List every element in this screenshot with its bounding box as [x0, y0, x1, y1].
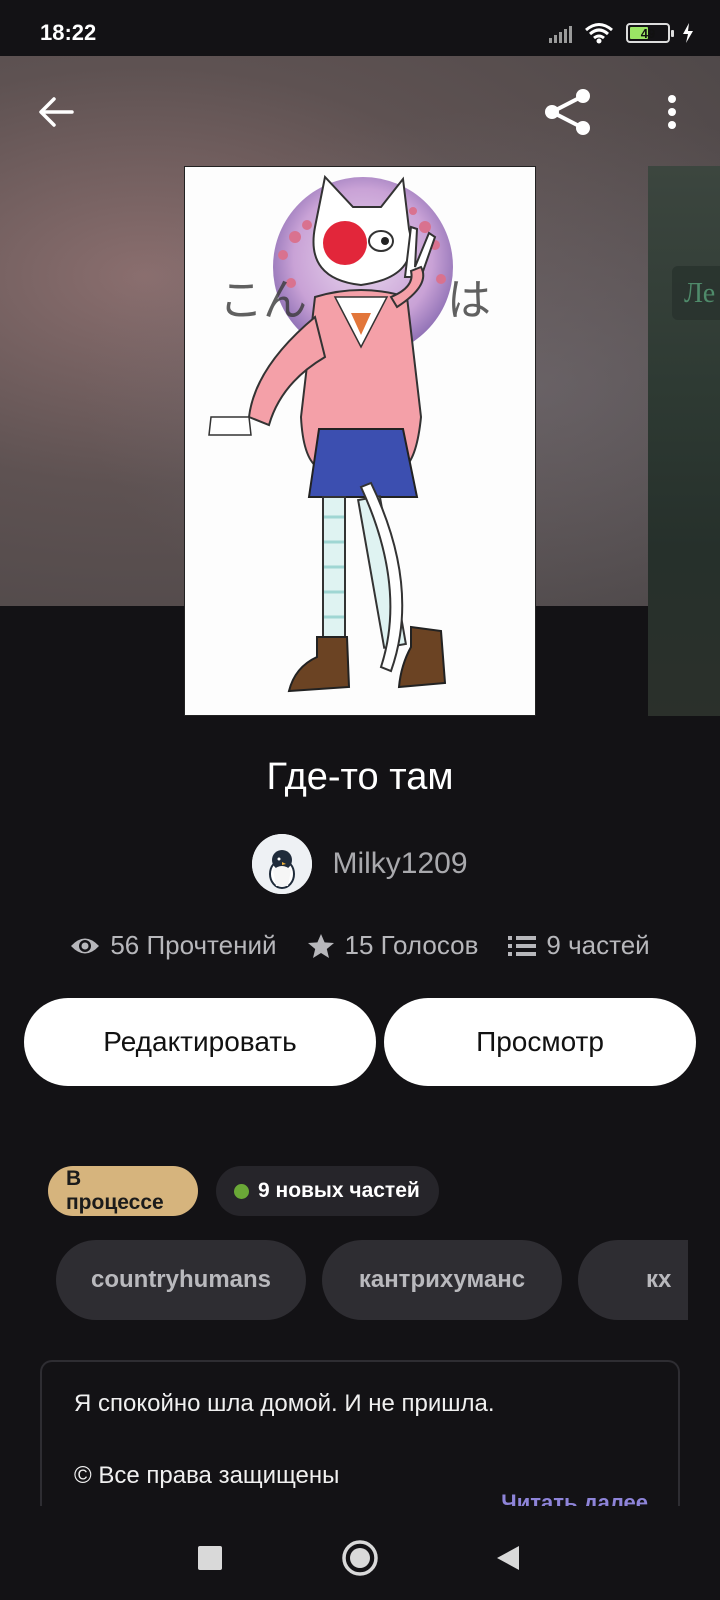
nav-back-button[interactable] — [480, 1530, 536, 1586]
nav-square-icon — [198, 1546, 222, 1570]
reads-stat: 56 Прочтений — [70, 930, 277, 961]
votes-stat: 15 Голосов — [307, 930, 479, 961]
eye-icon — [71, 938, 100, 953]
wifi-icon — [585, 23, 613, 44]
nav-circle-icon — [342, 1540, 378, 1576]
status-icons: 49 — [549, 22, 694, 44]
copyright-text: © Все права защищены — [74, 1462, 340, 1489]
tag-chip[interactable]: кантрихуманс — [322, 1240, 562, 1320]
more-button[interactable] — [644, 84, 700, 140]
status-badge-label: В процессе — [66, 1167, 164, 1214]
signal-icon — [549, 23, 572, 43]
author-row[interactable]: Milky1209 — [0, 834, 720, 894]
svg-text:こん: こん — [219, 275, 307, 326]
share-icon — [545, 89, 590, 135]
cover-artwork: こん は — [208, 174, 491, 693]
tag-chip[interactable]: кх — [578, 1240, 688, 1320]
story-stats: 56 Прочтений 15 Голосов 9 частей — [0, 930, 720, 961]
nav-triangle-icon — [497, 1546, 519, 1570]
new-indicator-dot — [234, 1183, 249, 1199]
svg-text:は: は — [447, 275, 491, 326]
penguin-avatar-image — [252, 834, 313, 894]
view-button[interactable]: Просмотр — [384, 998, 696, 1086]
parts-count[interactable]: 9 частей — [546, 930, 649, 961]
parts-stat[interactable]: 9 частей — [508, 930, 650, 961]
new-parts-label: 9 новых частей — [258, 1179, 420, 1202]
next-cover-title: Ле — [672, 266, 720, 320]
author-avatar[interactable] — [252, 834, 313, 894]
new-parts-badge[interactable]: 9 новых частей — [216, 1166, 439, 1216]
reads-count: 56 Прочтений — [110, 930, 277, 960]
back-button[interactable] — [28, 84, 84, 140]
status-badge: В процессе — [48, 1166, 198, 1216]
battery-icon: 49 — [626, 23, 674, 43]
charging-icon — [683, 23, 693, 43]
author-name[interactable]: Milky1209 — [332, 847, 467, 881]
status-bar: 18:22 49 — [0, 0, 720, 56]
read-more-link[interactable]: Читать далее — [501, 1490, 648, 1506]
nav-home-button[interactable] — [332, 1530, 388, 1586]
tag-chip[interactable]: countryhumans — [56, 1240, 306, 1320]
battery-level: 49 — [640, 25, 656, 41]
tags-row[interactable]: countryhumans кантрихуманс кх — [56, 1240, 688, 1320]
story-description: Я спокойно шла домой. И не пришла. © Все… — [40, 1360, 680, 1506]
votes-count: 15 Голосов — [344, 930, 479, 960]
nav-recents-button[interactable] — [182, 1530, 238, 1586]
description-text: Я спокойно шла домой. И не пришла. — [74, 1390, 495, 1417]
edit-button[interactable]: Редактировать — [24, 998, 376, 1086]
list-icon — [508, 935, 537, 956]
next-story-cover[interactable]: Ле — [648, 166, 720, 716]
story-cover[interactable]: こん は — [184, 166, 536, 716]
status-time: 18:22 — [40, 20, 97, 45]
story-title: Где-то там — [266, 756, 454, 798]
back-arrow-icon — [39, 97, 74, 127]
more-vertical-icon — [668, 95, 676, 129]
star-icon — [307, 933, 334, 958]
share-button[interactable] — [540, 84, 596, 140]
